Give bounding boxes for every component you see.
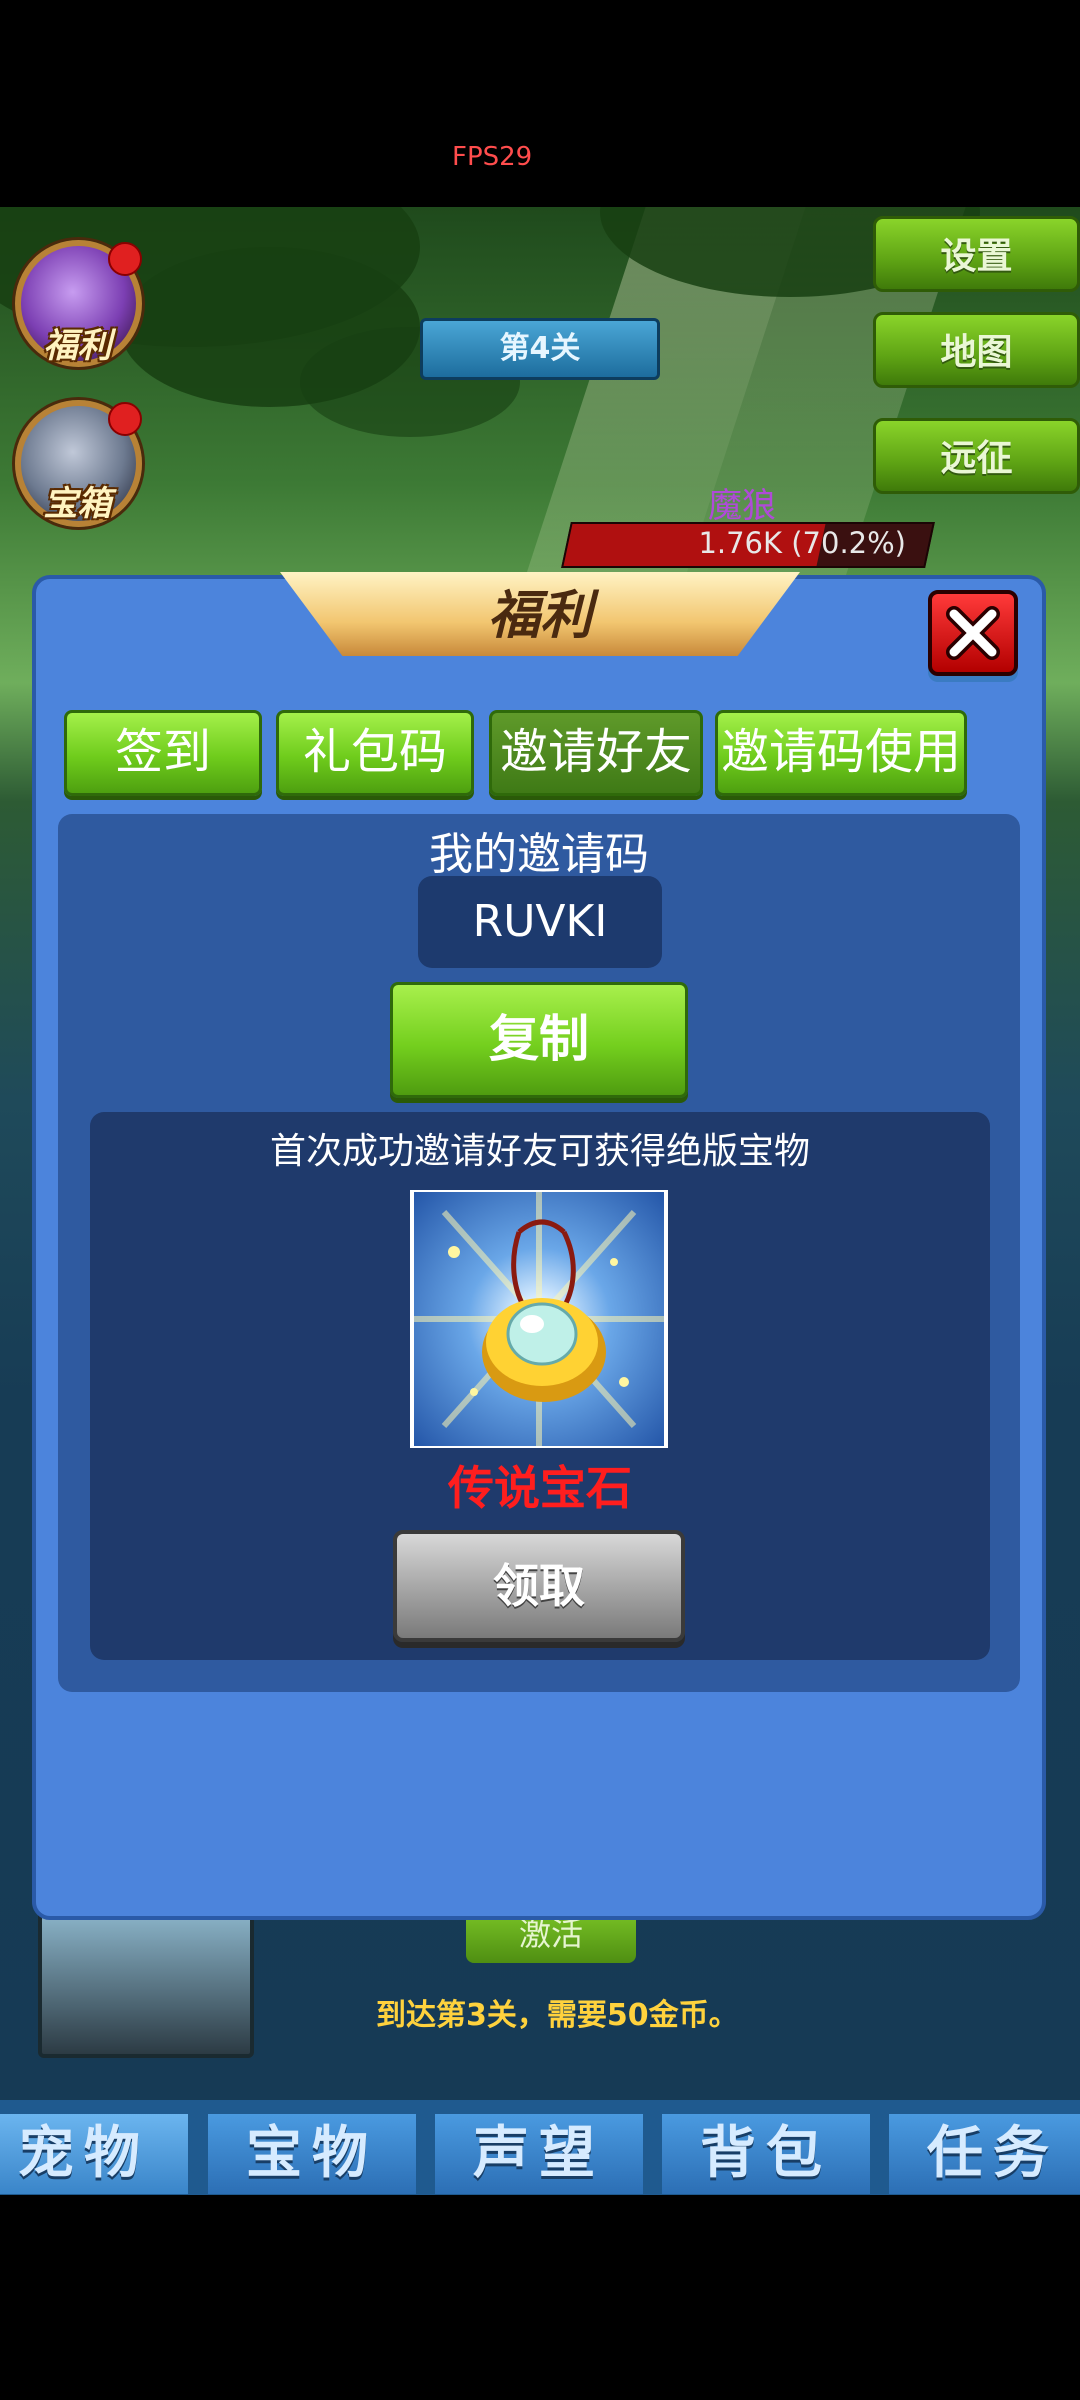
- dialog-title: 福利: [487, 586, 592, 646]
- treasure-chest-side-label: 宝箱: [43, 484, 112, 524]
- claim-button[interactable]: 领取: [393, 1530, 685, 1642]
- tab-invite-friends[interactable]: 邀请好友: [489, 710, 703, 796]
- expedition-button[interactable]: 远征: [873, 418, 1080, 494]
- close-icon: [946, 606, 1000, 660]
- stage-banner: 第4关: [420, 318, 660, 380]
- enemy-hp-text: 1.76K (70.2%): [698, 526, 906, 560]
- reward-item-name: 传说宝石: [448, 1461, 632, 1515]
- notification-badge: [108, 242, 142, 276]
- reward-description: 首次成功邀请好友可获得绝版宝物: [269, 1131, 810, 1172]
- invite-code-heading: 我的邀请码: [429, 829, 649, 880]
- fps-counter: FPS29: [452, 142, 533, 172]
- notification-badge: [108, 402, 142, 436]
- tab-backpack[interactable]: 背包: [662, 2114, 870, 2194]
- tab-quests[interactable]: 任务: [889, 2114, 1080, 2194]
- settings-button[interactable]: 设置: [873, 216, 1080, 292]
- map-button[interactable]: 地图: [873, 312, 1080, 388]
- pet-portrait[interactable]: [38, 1910, 254, 2058]
- tab-prestige[interactable]: 声望: [435, 2114, 643, 2194]
- close-button[interactable]: [928, 590, 1018, 676]
- enemy-name: 魔狼: [708, 486, 776, 526]
- welfare-side-label: 福利: [43, 326, 112, 366]
- activation-requirement: 到达第3关，需要50金币。: [376, 1998, 739, 2033]
- legendary-gem-amulet-icon: [414, 1192, 664, 1446]
- tab-pets[interactable]: 宠物: [0, 2114, 188, 2194]
- invite-code-value: RUVKI: [418, 876, 662, 968]
- tab-use-invite-code[interactable]: 邀请码使用: [715, 710, 967, 796]
- tab-treasures[interactable]: 宝物: [208, 2114, 416, 2194]
- tab-sign-in[interactable]: 签到: [64, 710, 262, 796]
- copy-button[interactable]: 复制: [390, 982, 688, 1098]
- tab-gift-code[interactable]: 礼包码: [276, 710, 474, 796]
